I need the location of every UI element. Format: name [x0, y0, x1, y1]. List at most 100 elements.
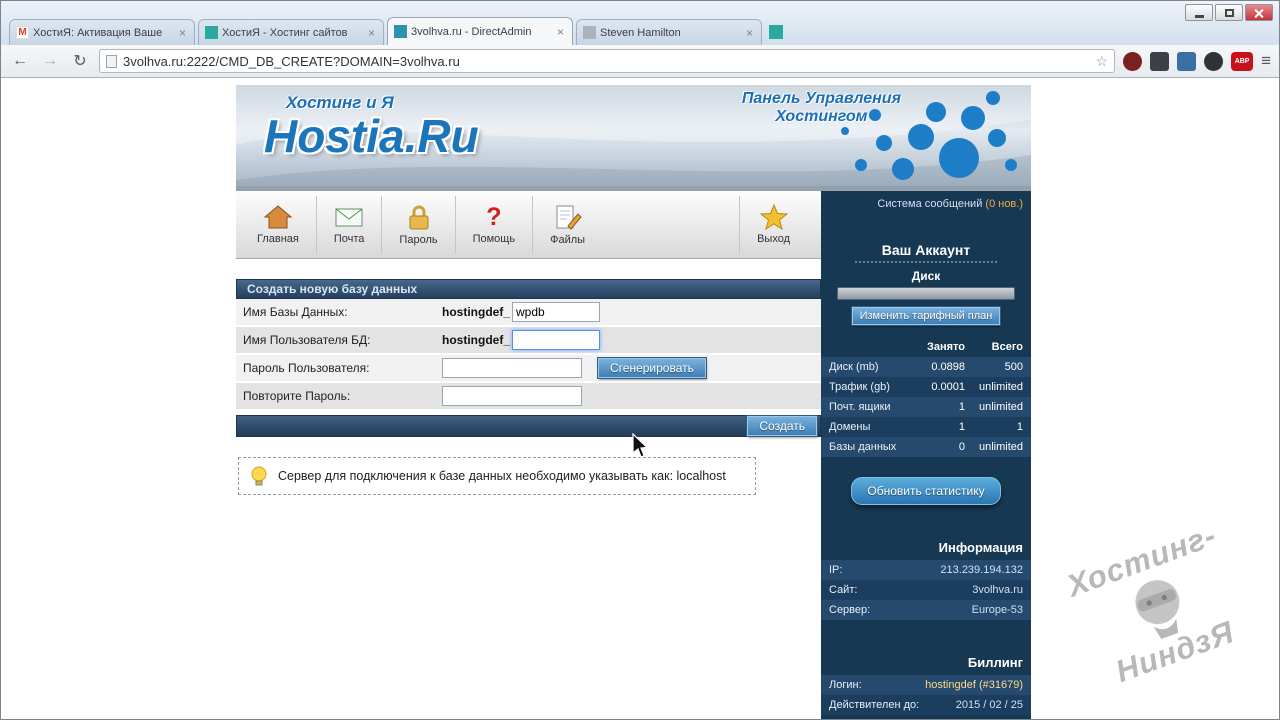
nav-item-exit[interactable]: Выход	[739, 195, 807, 254]
form-row-password: Пароль Пользователя: Сгенерировать	[236, 355, 821, 383]
extension-icon-2[interactable]	[1150, 51, 1170, 71]
password-confirm-input[interactable]	[442, 386, 582, 406]
nav-item-help[interactable]: ? Помощь	[454, 195, 533, 254]
billing-row-valid-until: Действителен до: 2015 / 02 / 25	[821, 695, 1031, 715]
address-bar[interactable]: 3volhva.ru:2222/CMD_DB_CREATE?DOMAIN=3vo…	[99, 49, 1116, 73]
generate-password-button[interactable]: Сгенерировать	[597, 357, 707, 379]
billing-row-login: Логин: hostingdef (#31679)	[821, 675, 1031, 695]
adblock-icon[interactable]: ABP	[1231, 51, 1254, 71]
close-button[interactable]	[1245, 4, 1273, 21]
doc-favicon-icon	[583, 26, 596, 39]
directadmin-favicon-icon	[394, 25, 407, 38]
tab-title: ХостиЯ: Активация Ваше	[33, 26, 163, 39]
browser-tab-1[interactable]: M ХостиЯ: Активация Ваше ×	[9, 19, 195, 45]
info-heading: Информация	[938, 540, 1023, 555]
lock-icon	[409, 205, 428, 229]
nav-label: Выход	[757, 233, 790, 245]
nav-item-password[interactable]: Пароль	[381, 195, 454, 254]
field-label: Имя Пользователя БД:	[243, 333, 371, 347]
site-banner: Хостинг и Я Hostia.Ru Панель Управления …	[236, 85, 1031, 191]
page-viewport: Хостинг и Я Hostia.Ru Панель Управления …	[1, 78, 1279, 719]
watermark-line2: НиндзЯ	[1111, 614, 1239, 690]
nav-label: Файлы	[550, 233, 586, 246]
maximize-button[interactable]	[1215, 4, 1243, 21]
messages-count: (0 нов.)	[985, 198, 1023, 210]
nav-item-home[interactable]: Главная	[240, 196, 316, 254]
messages-label: Система сообщений	[877, 198, 986, 210]
nav-label: Помощь	[472, 233, 516, 245]
extension-icon-3[interactable]	[1177, 51, 1197, 71]
nav-item-mail[interactable]: Почта	[315, 195, 382, 254]
tab-title: ХостиЯ - Хостинг сайтов	[222, 26, 348, 39]
url-text[interactable]: 3volhva.ru:2222/CMD_DB_CREATE?DOMAIN=3vo…	[123, 54, 1090, 69]
tab-title: Steven Hamilton	[600, 26, 681, 39]
usage-header-row: Занято Всего	[821, 337, 1031, 357]
help-icon: ?	[486, 203, 502, 231]
messages-link[interactable]: Система сообщений (0 нов.)	[821, 191, 1031, 210]
extension-icon-4[interactable]	[1204, 51, 1224, 71]
tab-strip: M ХостиЯ: Активация Ваше × ХостиЯ - Хост…	[1, 1, 1279, 45]
browser-toolbar: ← → ↻ 3volhva.ru:2222/CMD_DB_CREATE?DOMA…	[1, 45, 1279, 78]
browser-window: M ХостиЯ: Активация Ваше × ХостиЯ - Хост…	[0, 0, 1280, 720]
usage-row-mailboxes: Почт. ящики 1 unlimited	[821, 397, 1031, 417]
files-icon	[556, 205, 582, 230]
extension-icon-1[interactable]	[1123, 51, 1143, 71]
tab-close-icon[interactable]: ×	[744, 26, 755, 40]
hint-box: Сервер для подключения к базе данных нео…	[238, 457, 756, 495]
browser-tab-2[interactable]: ХостиЯ - Хостинг сайтов ×	[198, 19, 384, 45]
new-tab-button[interactable]	[769, 25, 783, 39]
info-row-site: Сайт: 3volhva.ru	[821, 580, 1031, 600]
video-watermark: Хостинг- НиндзЯ	[1025, 504, 1279, 709]
field-label: Повторите Пароль:	[243, 389, 351, 403]
create-database-button[interactable]: Создать	[746, 415, 818, 437]
browser-tab-4[interactable]: Steven Hamilton ×	[576, 19, 762, 45]
dbname-input[interactable]	[512, 302, 600, 322]
account-sidebar: Система сообщений (0 нов.) Ваш Аккаунт Д…	[821, 191, 1031, 719]
usage-header-used: Занято	[926, 341, 965, 353]
change-plan-button[interactable]: Изменить тарифный план	[850, 306, 1002, 326]
dotted-divider	[855, 261, 997, 263]
minimize-button[interactable]	[1185, 4, 1213, 21]
nav-label: Почта	[333, 233, 365, 245]
window-controls	[1185, 4, 1273, 21]
site-favicon-icon	[205, 26, 218, 39]
hint-text: Сервер для подключения к базе данных нео…	[278, 469, 726, 483]
password-input[interactable]	[442, 358, 582, 378]
disk-usage-bar	[837, 287, 1015, 300]
dbuser-input[interactable]	[512, 330, 600, 350]
main-content: Главная Почта Пароль ? Помощь Файлы Выхо…	[236, 191, 821, 719]
info-row-server: Сервер: Europe-53	[821, 600, 1031, 620]
field-label: Пароль Пользователя:	[243, 361, 370, 375]
banner-dots-graphic	[841, 91, 1017, 180]
nav-item-files[interactable]: Файлы	[532, 195, 602, 254]
account-title: Ваш Аккаунт	[881, 242, 971, 258]
exit-star-icon	[759, 204, 788, 230]
browser-menu-button[interactable]: ≡	[1261, 51, 1271, 71]
tab-close-icon[interactable]: ×	[555, 25, 566, 39]
disk-label: Диск	[911, 269, 941, 283]
site-content: Хостинг и Я Hostia.Ru Панель Управления …	[236, 78, 1031, 719]
usage-table: Занято Всего Диск (mb) 0.0898 500 Трафик…	[821, 337, 1031, 457]
forward-button[interactable]: →	[39, 52, 61, 70]
bookmark-star-icon[interactable]: ☆	[1096, 53, 1109, 70]
nav-label: Главная	[257, 233, 299, 245]
db-prefix: hostingdef_	[442, 305, 510, 319]
usage-row-databases: Базы данных 0 unlimited	[821, 437, 1031, 457]
usage-header-total: Всего	[991, 341, 1023, 353]
tab-close-icon[interactable]: ×	[177, 26, 188, 40]
form-row-password2: Повторите Пароль:	[236, 383, 821, 411]
form-row-dbuser: Имя Пользователя БД: hostingdef_	[236, 327, 821, 355]
billing-table: Логин: hostingdef (#31679) Действителен …	[821, 675, 1031, 715]
refresh-stats-button[interactable]: Обновить статистику	[851, 477, 1001, 505]
gmail-favicon-icon: M	[16, 26, 29, 39]
ninja-icon	[1134, 580, 1179, 640]
tab-close-icon[interactable]: ×	[366, 26, 377, 40]
usage-row-domains: Домены 1 1	[821, 417, 1031, 437]
site-nav-bar: Главная Почта Пароль ? Помощь Файлы Выхо…	[236, 191, 821, 259]
browser-tab-3-active[interactable]: 3volhva.ru - DirectAdmin ×	[387, 17, 573, 45]
db-prefix: hostingdef_	[442, 333, 510, 347]
refresh-button[interactable]: ↻	[69, 51, 91, 71]
usage-row-traffic: Трафик (gb) 0.0001 unlimited	[821, 377, 1031, 397]
tab-title: 3volhva.ru - DirectAdmin	[411, 25, 532, 38]
back-button[interactable]: ←	[9, 52, 31, 70]
